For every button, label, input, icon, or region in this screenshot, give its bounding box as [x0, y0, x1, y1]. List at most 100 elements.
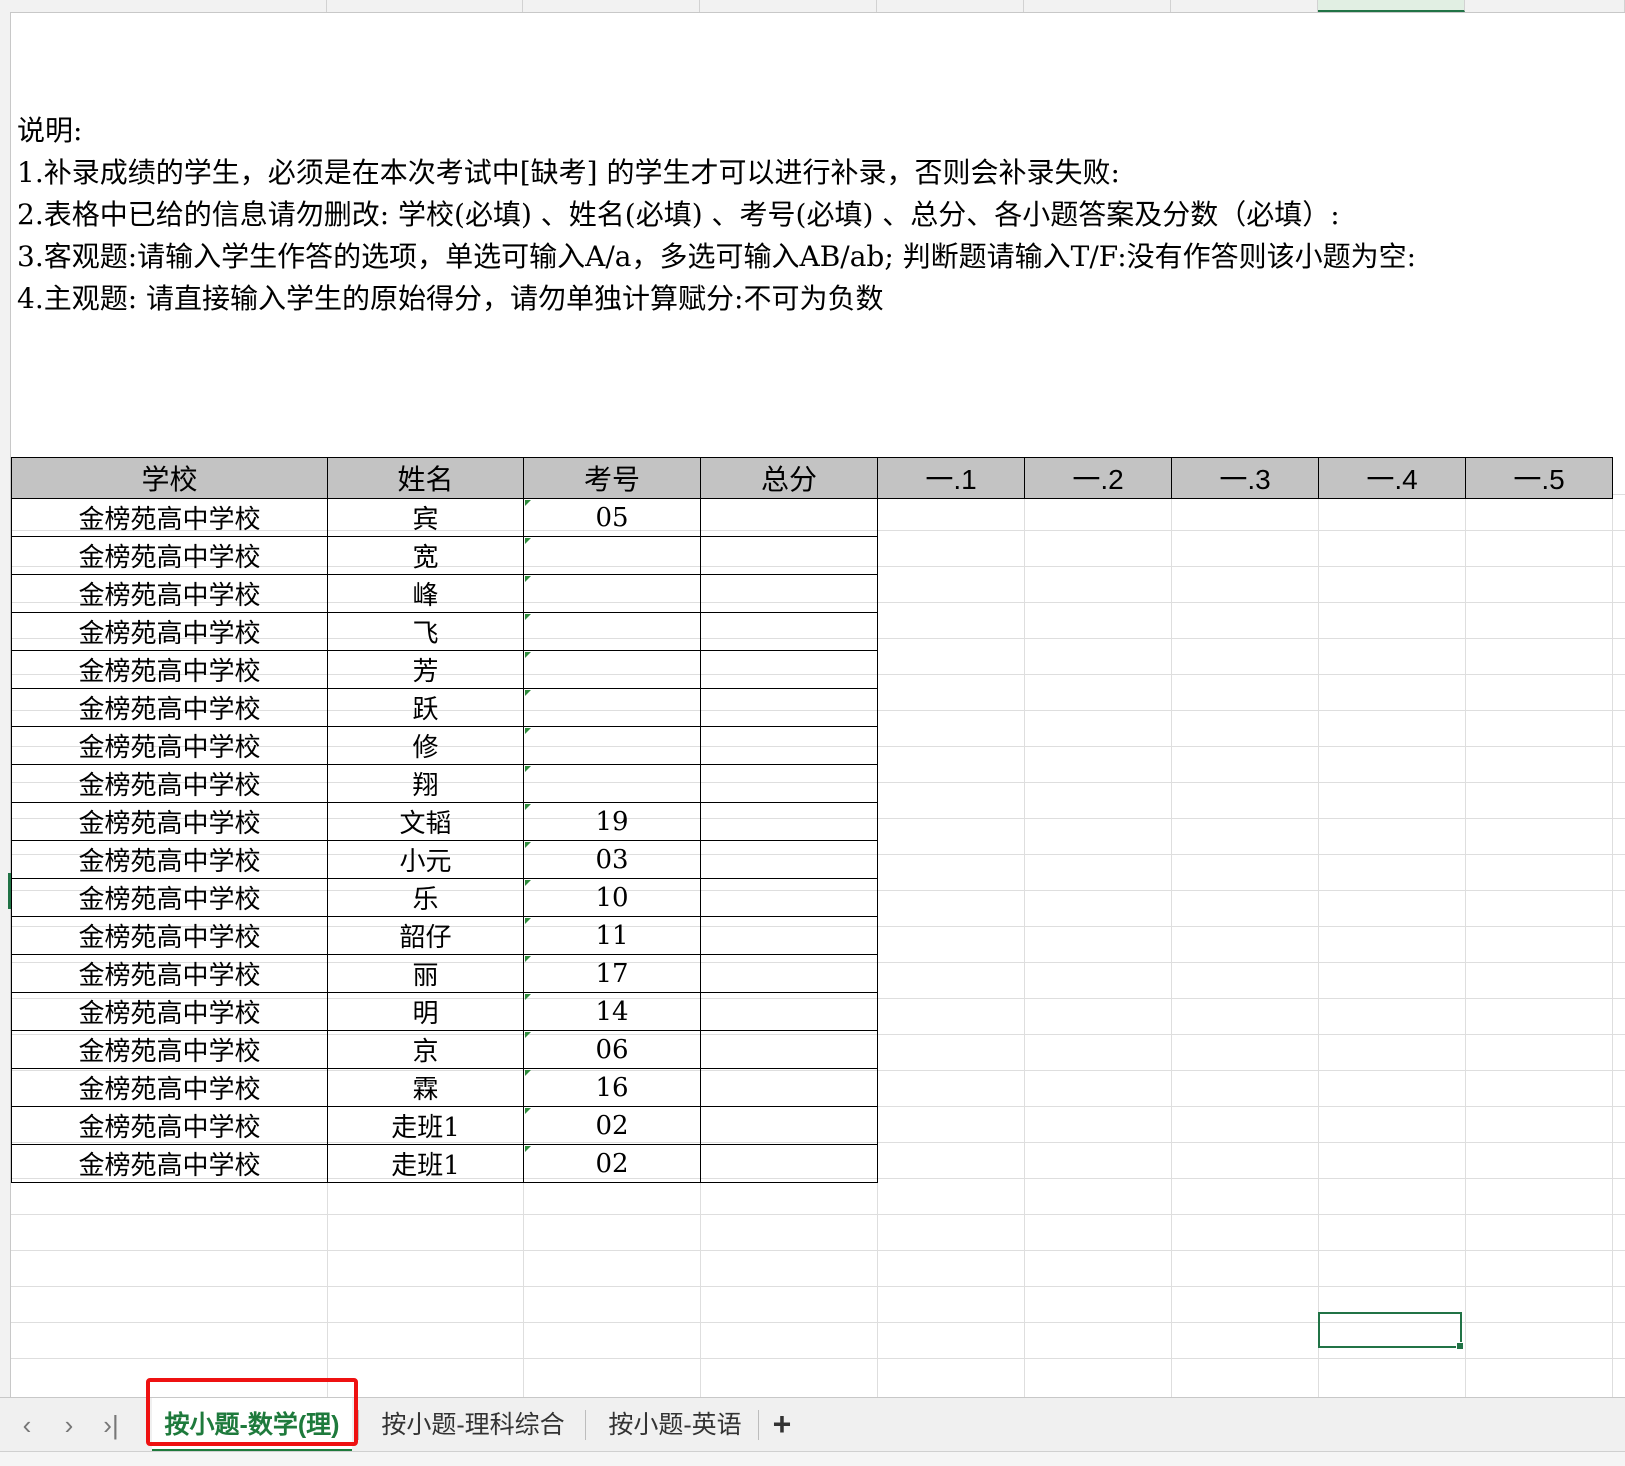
cell-q1-4[interactable]: [1319, 955, 1466, 993]
cell-exam-id[interactable]: [523, 536, 701, 575]
cell-q1-5[interactable]: [1466, 727, 1613, 765]
cell-q1-2[interactable]: [1025, 955, 1172, 993]
cell-q1-4[interactable]: [1319, 1069, 1466, 1107]
cell-q1-2[interactable]: [1025, 917, 1172, 955]
cell-exam-id[interactable]: 19: [523, 802, 701, 841]
cell-q1-4[interactable]: [1319, 917, 1466, 955]
cell-q1-3[interactable]: [1172, 651, 1319, 689]
cell-q1-3[interactable]: [1172, 727, 1319, 765]
cell-q1-4[interactable]: [1319, 1145, 1466, 1183]
cell-exam-id[interactable]: [523, 688, 701, 727]
cell-q1-1[interactable]: [878, 727, 1025, 765]
prev-sheet-icon[interactable]: ‹: [10, 1408, 44, 1442]
column-header-b[interactable]: [327, 0, 523, 12]
cell-school[interactable]: 金榜苑高中学校: [11, 802, 328, 841]
cell-school[interactable]: 金榜苑高中学校: [11, 612, 328, 651]
cell-exam-id[interactable]: [523, 650, 701, 689]
cell-q1-1[interactable]: [878, 651, 1025, 689]
tab-science-comprehensive[interactable]: 按小题-理科综合: [368, 1398, 578, 1452]
cell-q1-4[interactable]: [1319, 651, 1466, 689]
cell-q1-3[interactable]: [1172, 575, 1319, 613]
cell-q1-2[interactable]: [1025, 1069, 1172, 1107]
cell-exam-id[interactable]: 03: [523, 840, 701, 879]
cell-q1-5[interactable]: [1466, 1031, 1613, 1069]
last-sheet-icon[interactable]: ›|: [94, 1408, 128, 1442]
cell-name[interactable]: 修: [327, 726, 524, 765]
cell-q1-3[interactable]: [1172, 1069, 1319, 1107]
cell-q1-1[interactable]: [878, 1069, 1025, 1107]
cell-q1-1[interactable]: [878, 765, 1025, 803]
cell-total[interactable]: [700, 954, 878, 993]
cell-total[interactable]: [700, 802, 878, 841]
cell-q1-3[interactable]: [1172, 841, 1319, 879]
cell-q1-2[interactable]: [1025, 803, 1172, 841]
cell-school[interactable]: 金榜苑高中学校: [11, 726, 328, 765]
cell-q1-4[interactable]: [1319, 765, 1466, 803]
cell-school[interactable]: 金榜苑高中学校: [11, 536, 328, 575]
cell-exam-id[interactable]: 06: [523, 1030, 701, 1069]
cell-q1-3[interactable]: [1172, 917, 1319, 955]
cell-q1-4[interactable]: [1319, 993, 1466, 1031]
header-q1-4[interactable]: 一.4: [1318, 457, 1466, 499]
instructions-block[interactable]: 说明: 1.补录成绩的学生，必须是在本次考试中[缺考] 的学生才可以进行补录，否…: [17, 110, 1416, 320]
cell-exam-id[interactable]: [523, 726, 701, 765]
column-header-e[interactable]: [877, 0, 1024, 12]
cell-q1-2[interactable]: [1025, 1031, 1172, 1069]
row-header-strip[interactable]: [0, 12, 11, 1397]
cell-total[interactable]: [700, 992, 878, 1031]
cell-q1-5[interactable]: [1466, 613, 1613, 651]
cell-total[interactable]: [700, 574, 878, 613]
cell-q1-1[interactable]: [878, 575, 1025, 613]
cell-q1-1[interactable]: [878, 1145, 1025, 1183]
cell-q1-5[interactable]: [1466, 1069, 1613, 1107]
cell-exam-id[interactable]: 02: [523, 1144, 701, 1183]
cell-q1-5[interactable]: [1466, 651, 1613, 689]
cell-q1-1[interactable]: [878, 499, 1025, 537]
cell-name[interactable]: 霖: [327, 1068, 524, 1107]
header-q1-2[interactable]: 一.2: [1024, 457, 1172, 499]
cell-q1-1[interactable]: [878, 993, 1025, 1031]
spreadsheet-grid[interactable]: 学校 姓名 考号 总分 一.1 一.2 一.3 一.4 一.5 金榜苑高中学校宾…: [11, 457, 1625, 1397]
header-school[interactable]: 学校: [11, 457, 328, 499]
cell-name[interactable]: 宾: [327, 498, 524, 537]
cell-q1-2[interactable]: [1025, 879, 1172, 917]
cell-q1-2[interactable]: [1025, 613, 1172, 651]
cell-q1-4[interactable]: [1319, 879, 1466, 917]
cell-school[interactable]: 金榜苑高中学校: [11, 840, 328, 879]
cell-exam-id[interactable]: 02: [523, 1106, 701, 1145]
cell-q1-5[interactable]: [1466, 803, 1613, 841]
cell-q1-3[interactable]: [1172, 537, 1319, 575]
cell-q1-2[interactable]: [1025, 689, 1172, 727]
column-header-h[interactable]: [1318, 0, 1465, 12]
cell-school[interactable]: 金榜苑高中学校: [11, 498, 328, 537]
cell-q1-3[interactable]: [1172, 1031, 1319, 1069]
cell-q1-2[interactable]: [1025, 765, 1172, 803]
cell-name[interactable]: 小元: [327, 840, 524, 879]
cell-total[interactable]: [700, 536, 878, 575]
cell-q1-1[interactable]: [878, 803, 1025, 841]
cell-total[interactable]: [700, 1030, 878, 1069]
cell-q1-1[interactable]: [878, 537, 1025, 575]
cell-q1-5[interactable]: [1466, 689, 1613, 727]
cell-school[interactable]: 金榜苑高中学校: [11, 1106, 328, 1145]
cell-q1-2[interactable]: [1025, 499, 1172, 537]
cell-name[interactable]: 走班1: [327, 1144, 524, 1183]
cell-total[interactable]: [700, 1144, 878, 1183]
cell-q1-2[interactable]: [1025, 841, 1172, 879]
column-header-a[interactable]: [11, 0, 327, 12]
cell-name[interactable]: 翔: [327, 764, 524, 803]
cell-q1-1[interactable]: [878, 613, 1025, 651]
cell-q1-4[interactable]: [1319, 575, 1466, 613]
cell-name[interactable]: 韶仔: [327, 916, 524, 955]
cell-q1-5[interactable]: [1466, 917, 1613, 955]
cell-school[interactable]: 金榜苑高中学校: [11, 650, 328, 689]
cell-q1-2[interactable]: [1025, 993, 1172, 1031]
cell-q1-3[interactable]: [1172, 689, 1319, 727]
cell-q1-1[interactable]: [878, 1031, 1025, 1069]
cell-q1-5[interactable]: [1466, 955, 1613, 993]
cell-q1-4[interactable]: [1319, 537, 1466, 575]
cell-q1-2[interactable]: [1025, 651, 1172, 689]
cell-exam-id[interactable]: [523, 574, 701, 613]
cell-school[interactable]: 金榜苑高中学校: [11, 954, 328, 993]
cell-school[interactable]: 金榜苑高中学校: [11, 992, 328, 1031]
